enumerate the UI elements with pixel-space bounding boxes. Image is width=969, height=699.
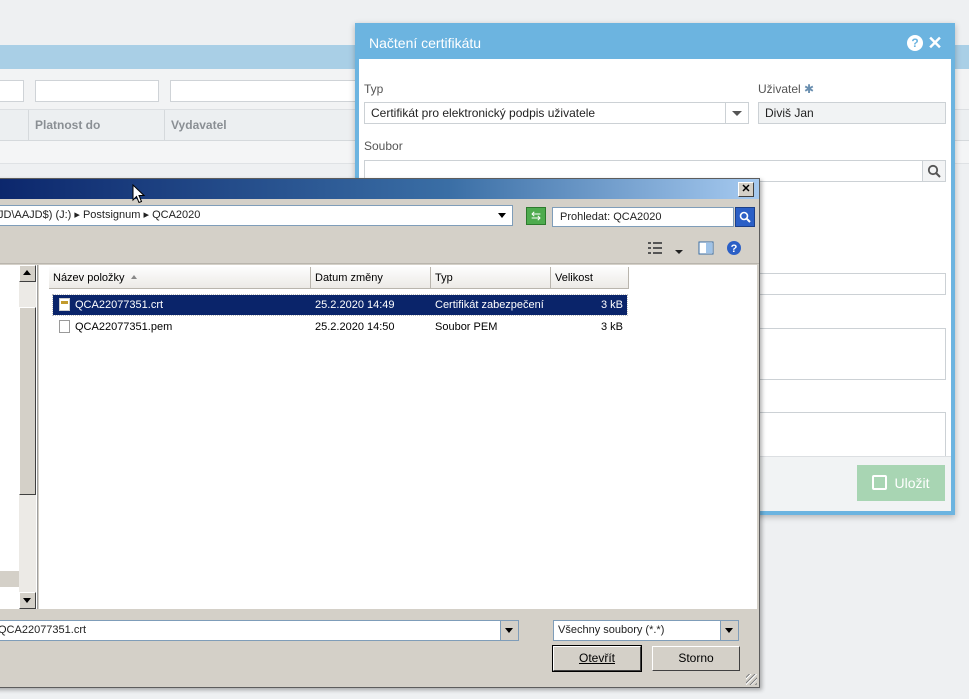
modal-title-bar: Načtení certifikátu ? ✕	[359, 27, 951, 59]
column-header-type[interactable]: Typ	[431, 267, 551, 289]
file-open-dialog: ✕ JD\AAJD$) (J:) ▸ Postsignum ▸ QCA2020 …	[0, 178, 760, 688]
chevron-down-icon[interactable]	[725, 103, 748, 123]
chevron-down-icon[interactable]	[498, 213, 506, 218]
address-bar[interactable]: JD\AAJD$) (J:) ▸ Postsignum ▸ QCA2020	[0, 205, 513, 226]
dialog-toolbar: ?	[0, 233, 759, 264]
file-modified: 25.2.2020 14:50	[315, 321, 395, 333]
user-label-text: Uživatel	[758, 82, 801, 96]
modal-title: Načtení certifikátu	[369, 35, 482, 51]
filter-input-issuer[interactable]	[170, 80, 372, 102]
filetype-value: Všechny soubory (*.*)	[558, 624, 665, 636]
column-issuer[interactable]: Vydavatel	[164, 110, 371, 140]
filetype-select[interactable]: Všechny soubory (*.*)	[553, 620, 739, 641]
view-list-icon[interactable]	[647, 240, 663, 256]
close-icon[interactable]: ✕	[738, 182, 754, 197]
required-mark: ✱	[804, 82, 815, 96]
resize-grip[interactable]	[746, 674, 757, 685]
column-header-modified[interactable]: Datum změny	[311, 267, 431, 289]
filename-value: QCA22077351.crt	[0, 624, 87, 636]
chevron-down-icon[interactable]	[500, 621, 518, 640]
search-icon[interactable]	[922, 161, 945, 181]
navigation-pane[interactable]	[0, 265, 38, 609]
search-icon[interactable]	[735, 207, 755, 227]
address-path: JD\AAJD$) (J:) ▸ Postsignum ▸ QCA2020	[0, 209, 201, 221]
search-input[interactable]: Prohledat: QCA2020	[552, 207, 734, 227]
close-icon[interactable]: ✕	[927, 34, 943, 52]
mouse-cursor-icon	[132, 184, 146, 204]
file-label: Soubor	[364, 139, 403, 153]
text-field[interactable]	[758, 273, 946, 295]
file-name: QCA22077351.pem	[75, 321, 173, 333]
column-header-size[interactable]: Velikost	[551, 267, 629, 289]
column-valid-to[interactable]: Platnost do	[28, 110, 165, 140]
file-icon	[59, 320, 70, 333]
filter-input[interactable]	[0, 80, 24, 102]
textarea[interactable]	[758, 328, 946, 380]
sort-ascending-icon	[130, 275, 137, 279]
file-row-pem[interactable]: QCA22077351.pem 25.2.2020 14:50 Soubor P…	[53, 317, 627, 337]
user-label: Uživatel ✱	[758, 82, 814, 96]
file-modified: 25.2.2020 14:49	[315, 299, 395, 311]
navigation-item[interactable]	[0, 571, 19, 587]
file-size: 3 kB	[600, 299, 623, 311]
file-list: Název položky Datum změny Typ Velikost Q…	[39, 265, 757, 609]
type-select-value: Certifikát pro elektronický podpis uživa…	[371, 106, 596, 120]
help-icon[interactable]: ?	[726, 240, 742, 256]
type-label: Typ	[364, 82, 384, 96]
save-button-label: Uložit	[894, 475, 930, 491]
scroll-up-icon[interactable]	[19, 265, 36, 282]
save-button[interactable]: Uložit	[857, 465, 945, 501]
help-icon[interactable]: ?	[907, 35, 923, 51]
filename-input[interactable]: QCA22077351.crt	[0, 620, 519, 641]
file-type: Soubor PEM	[435, 321, 498, 333]
file-type: Certifikát zabezpečení	[435, 299, 544, 311]
file-name: QCA22077351.crt	[75, 299, 164, 311]
type-select[interactable]: Certifikát pro elektronický podpis uživa…	[364, 102, 749, 124]
scrollbar-thumb[interactable]	[19, 307, 36, 495]
floppy-disk-icon	[872, 475, 888, 490]
user-field[interactable]: Diviš Jan	[758, 102, 946, 124]
column-header-name-label: Název položky	[53, 272, 125, 284]
scroll-down-icon[interactable]	[19, 592, 36, 609]
navigation-scrollbar[interactable]	[19, 265, 36, 609]
certificate-file-icon	[59, 298, 70, 311]
dialog-title-bar[interactable]: ✕	[0, 179, 759, 199]
filter-input-valid-to[interactable]	[35, 80, 159, 102]
cancel-button[interactable]: Storno	[652, 646, 740, 671]
open-button[interactable]: Otevřít	[552, 645, 642, 672]
chevron-down-icon[interactable]	[675, 244, 683, 260]
file-row-crt[interactable]: QCA22077351.crt 25.2.2020 14:49 Certifik…	[52, 294, 628, 316]
preview-pane-icon[interactable]	[698, 240, 714, 256]
file-size: 3 kB	[600, 321, 623, 333]
column-header-name[interactable]: Název položky	[49, 267, 311, 289]
svg-text:?: ?	[731, 243, 738, 255]
chevron-down-icon[interactable]	[720, 621, 738, 640]
open-button-label: Otevřít	[578, 651, 615, 665]
refresh-icon[interactable]: ⇆	[526, 207, 546, 225]
